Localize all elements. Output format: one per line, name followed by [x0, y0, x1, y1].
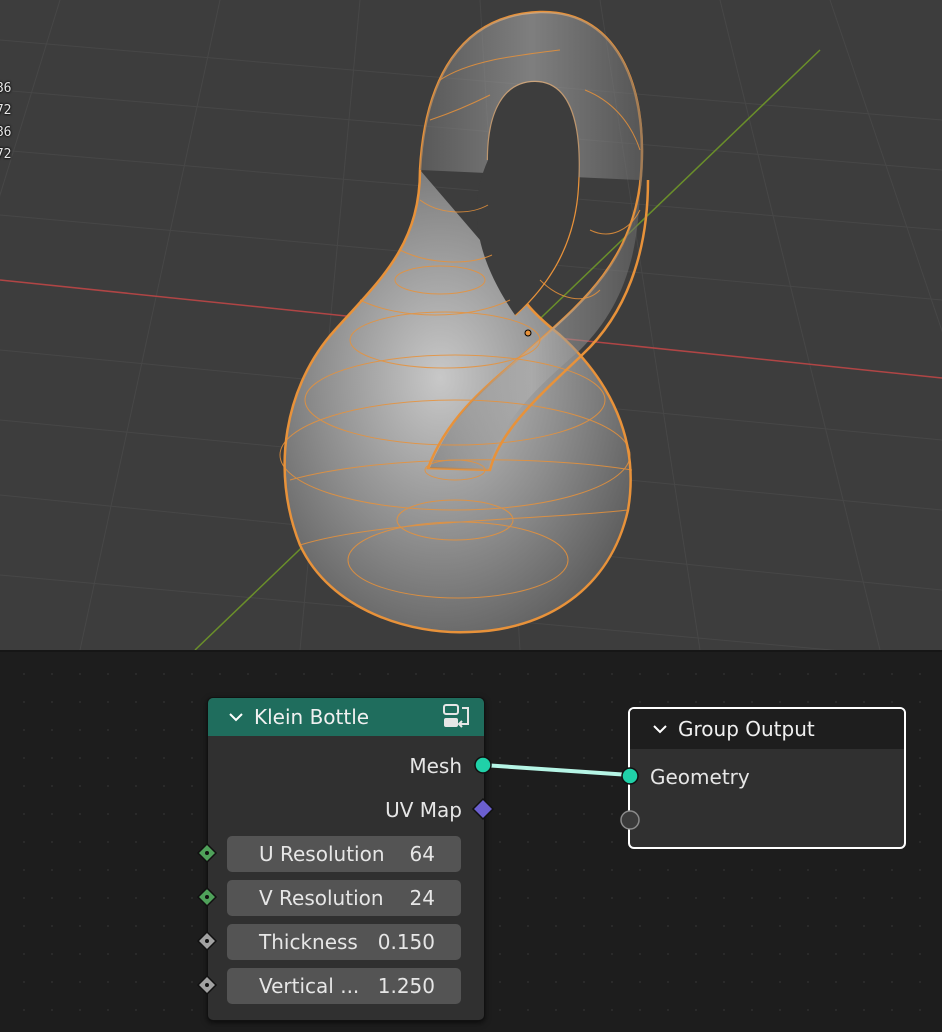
stat-value: 772: [0, 103, 12, 118]
viewport-scene[interactable]: [0, 0, 942, 650]
output-uv-map-label: UV Map: [385, 798, 462, 822]
field-value: 24: [409, 886, 435, 910]
u-resolution-field[interactable]: U Resolution 64: [227, 836, 461, 872]
node-header[interactable]: Klein Bottle: [208, 698, 484, 736]
thickness-socket[interactable]: [196, 930, 218, 952]
vertical-field[interactable]: Vertical ... 1.250: [227, 968, 461, 1004]
v-resolution-field[interactable]: V Resolution 24: [227, 880, 461, 916]
node-title: Klein Bottle: [254, 705, 370, 729]
field-label: V Resolution: [259, 886, 384, 910]
chevron-down-icon[interactable]: [652, 721, 668, 737]
field-label: U Resolution: [259, 842, 385, 866]
klein-bottle-mesh[interactable]: [279, 10, 650, 634]
stat-value: 772: [0, 147, 12, 162]
v-resolution-socket[interactable]: [196, 886, 218, 908]
field-value: 1.250: [377, 974, 435, 998]
klein-bottle-node[interactable]: Klein Bottle Mesh UV Map U Resolution 64…: [207, 697, 485, 1021]
chevron-down-icon[interactable]: [228, 709, 244, 725]
uv-map-output-socket[interactable]: [471, 797, 495, 821]
u-resolution-socket[interactable]: [196, 842, 218, 864]
field-value: 0.150: [377, 930, 435, 954]
vertical-socket[interactable]: [196, 974, 218, 996]
node-header[interactable]: Group Output: [630, 709, 904, 749]
viewport-statistics: 386 772 386 772: [0, 78, 11, 166]
empty-input-socket[interactable]: [619, 809, 641, 831]
field-label: Vertical ...: [259, 974, 360, 998]
geometry-input-socket[interactable]: [620, 766, 640, 786]
group-output-node[interactable]: Group Output Geometry: [628, 707, 906, 849]
output-mesh-label: Mesh: [409, 754, 462, 778]
thickness-field[interactable]: Thickness 0.150: [227, 924, 461, 960]
stat-value: 386: [0, 81, 12, 96]
stat-value: 386: [0, 125, 12, 140]
3d-viewport[interactable]: 386 772 386 772: [0, 0, 942, 650]
node-title: Group Output: [678, 717, 815, 741]
field-label: Thickness: [259, 930, 358, 954]
mesh-output-socket[interactable]: [473, 755, 493, 775]
node-group-icon[interactable]: [442, 704, 470, 730]
input-geometry-label: Geometry: [650, 765, 750, 789]
field-value: 64: [409, 842, 435, 866]
